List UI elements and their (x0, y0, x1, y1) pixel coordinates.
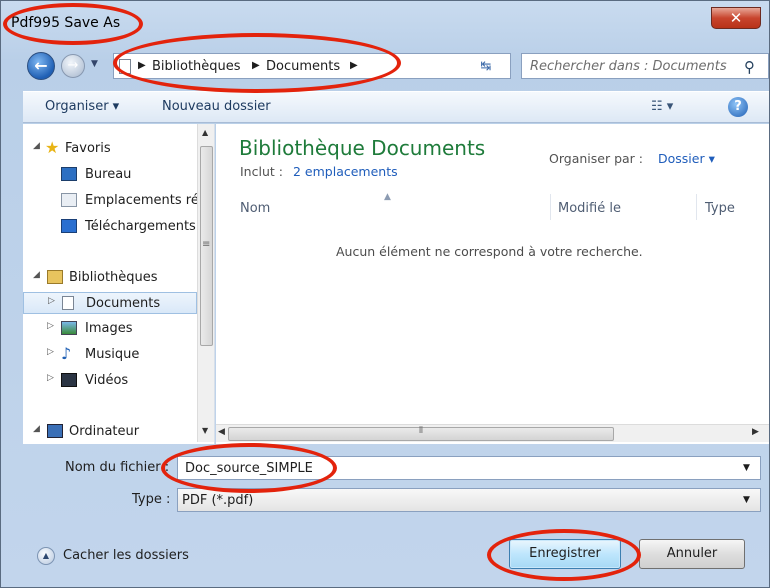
music-icon: ♪ (61, 344, 72, 363)
scroll-right-icon[interactable]: ▶ (752, 427, 759, 437)
star-icon: ★ (45, 138, 60, 157)
chevron-right-icon[interactable]: ▶ (252, 60, 260, 71)
included-label: Inclut : (240, 164, 283, 179)
libraries-icon (47, 270, 63, 284)
arrange-by-dropdown[interactable]: Dossier ▾ (658, 151, 715, 166)
locations-link[interactable]: 2 emplacements (293, 164, 398, 179)
horizontal-scrollbar[interactable]: ◀ ⦀ ▶ (216, 424, 769, 442)
filename-value: Doc_source_SIMPLE (185, 461, 313, 476)
type-label: Type : (132, 492, 171, 507)
grip-icon: ⦀ (419, 426, 423, 436)
empty-message: Aucun élément ne correspond à votre rech… (336, 244, 643, 259)
images-icon (61, 321, 77, 335)
nav-item-downloads[interactable]: Téléchargements (23, 216, 197, 238)
search-placeholder: Rechercher dans : Documents (530, 59, 727, 74)
expand-arrow-icon[interactable]: ▷ (47, 373, 54, 383)
navigation-bar: ← → ▼ ▶ Bibliothèques ▶ Documents ▶ ▼ ↹ … (23, 49, 769, 83)
sort-indicator-icon: ▲ (384, 192, 391, 202)
organise-menu[interactable]: Organiser ▾ (45, 99, 119, 114)
computer-icon (47, 424, 63, 438)
expand-arrow-icon[interactable]: ▷ (47, 347, 54, 357)
search-icon[interactable]: ⚲ (744, 58, 755, 76)
history-dropdown-icon[interactable]: ▼ (91, 59, 98, 69)
recent-places-icon (61, 193, 77, 207)
column-header-type[interactable]: Type (705, 201, 735, 216)
nav-item-music[interactable]: ▷ ♪ Musique (23, 344, 197, 366)
column-divider[interactable] (696, 194, 697, 220)
nav-item-computer[interactable]: ◢ Ordinateur (23, 421, 197, 443)
arrange-by-label: Organiser par : (549, 151, 643, 166)
file-type-value: PDF (*.pdf) (182, 493, 254, 508)
nav-item-label: Documents (86, 296, 161, 311)
file-list-pane: Bibliothèque Documents Inclut : 2 emplac… (216, 124, 769, 444)
refresh-icon[interactable]: ↹ (472, 57, 500, 77)
chevron-down-icon[interactable]: ▼ (743, 463, 750, 473)
nav-item-label: Ordinateur (69, 424, 140, 439)
search-box[interactable]: Rechercher dans : Documents ⚲ (521, 53, 769, 79)
downloads-icon (61, 219, 77, 233)
documents-icon (62, 296, 74, 310)
breadcrumb-libraries[interactable]: Bibliothèques (152, 59, 241, 74)
column-header-modified[interactable]: Modifié le (558, 201, 621, 216)
filename-label: Nom du fichier : (65, 460, 170, 475)
nav-item-label: Emplacements ré (85, 193, 197, 208)
cancel-button[interactable]: Annuler (639, 539, 745, 569)
videos-icon (61, 373, 77, 387)
save-as-dialog: Pdf995 Save As ✕ ← → ▼ ▶ Bibliothèques ▶… (0, 0, 770, 588)
help-icon[interactable]: ? (728, 97, 748, 117)
nav-item-documents[interactable]: ▷ Documents (23, 292, 197, 314)
scroll-up-icon[interactable]: ▲ (202, 128, 208, 137)
nav-item-videos[interactable]: ▷ Vidéos (23, 370, 197, 392)
window-title: Pdf995 Save As (11, 15, 121, 31)
nav-item-label: Images (85, 321, 133, 336)
arrow-left-icon: ← (34, 56, 48, 75)
scroll-left-icon[interactable]: ◀ (218, 427, 225, 437)
expand-arrow-icon[interactable]: ▷ (47, 321, 54, 331)
hide-folders-label: Cacher les dossiers (63, 548, 189, 563)
filename-input[interactable]: Doc_source_SIMPLE ▼ (177, 456, 761, 480)
file-type-select[interactable]: PDF (*.pdf) ▼ (177, 488, 761, 512)
chevron-right-icon[interactable]: ▶ (350, 60, 358, 71)
save-button[interactable]: Enregistrer (509, 539, 621, 569)
address-bar[interactable]: ▶ Bibliothèques ▶ Documents ▶ ▼ ↹ (113, 53, 561, 79)
navigation-pane: ◢ ★ Favoris Bureau Emplacements ré Téléc… (23, 124, 215, 444)
desktop-icon (61, 167, 77, 181)
nav-item-images[interactable]: ▷ Images (23, 318, 197, 340)
expand-arrow-icon[interactable]: ◢ (33, 270, 40, 280)
nav-item-label: Téléchargements (85, 219, 196, 234)
close-button[interactable]: ✕ (711, 7, 761, 29)
arrow-right-icon: → (67, 58, 79, 73)
scroll-down-icon[interactable]: ▼ (202, 426, 208, 435)
nav-item-favorites[interactable]: ◢ ★ Favoris (23, 138, 197, 160)
column-header-name[interactable]: Nom (240, 201, 270, 216)
forward-button[interactable]: → (61, 54, 85, 78)
nav-item-label: Bureau (85, 167, 132, 182)
new-folder-button[interactable]: Nouveau dossier (162, 99, 271, 114)
nav-item-label: Favoris (65, 141, 111, 156)
document-icon (119, 59, 131, 74)
toolbar: Organiser ▾ Nouveau dossier ☷ ▾ ? (23, 91, 769, 123)
back-button[interactable]: ← (27, 52, 55, 80)
expand-arrow-icon[interactable]: ◢ (33, 424, 40, 434)
expand-arrow-icon[interactable]: ◢ (33, 141, 40, 151)
chevron-up-icon: ▲ (37, 547, 55, 565)
nav-item-libraries[interactable]: ◢ Bibliothèques (23, 267, 197, 289)
column-divider[interactable] (550, 194, 551, 220)
library-title: Bibliothèque Documents (239, 136, 486, 160)
chevron-right-icon[interactable]: ▶ (138, 60, 146, 71)
nav-item-label: Musique (85, 347, 140, 362)
nav-item-label: Vidéos (85, 373, 129, 388)
expand-arrow-icon[interactable]: ▷ (48, 296, 55, 306)
nav-item-label: Bibliothèques (69, 270, 158, 285)
grip-icon: ≡ (202, 239, 211, 250)
breadcrumb-documents[interactable]: Documents (266, 59, 340, 74)
nav-item-recent-places[interactable]: Emplacements ré (23, 190, 197, 212)
nav-item-desktop[interactable]: Bureau (23, 164, 197, 186)
nav-scrollbar[interactable]: ▲ ≡ ▼ (197, 124, 214, 442)
view-options-icon[interactable]: ☷ ▾ (651, 99, 673, 114)
chevron-down-icon[interactable]: ▼ (743, 495, 750, 505)
